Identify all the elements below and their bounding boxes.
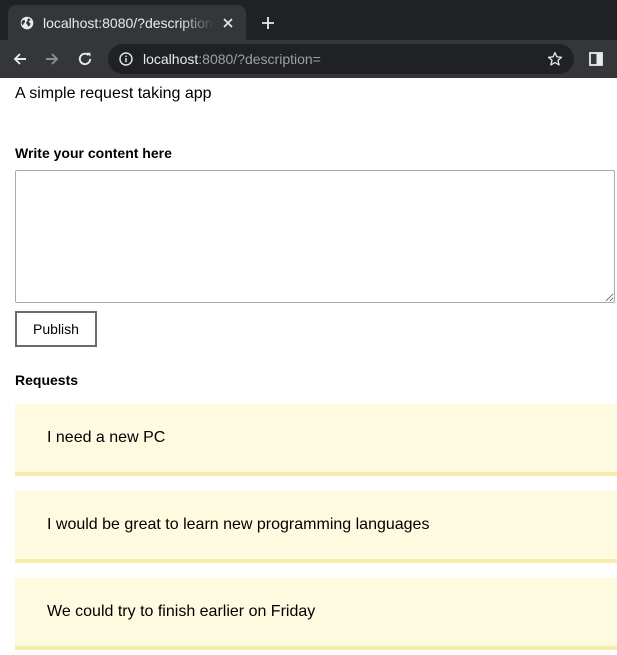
content-textarea[interactable]: [15, 170, 615, 303]
star-icon[interactable]: [546, 50, 564, 68]
tab-title: localhost:8080/?description=: [43, 14, 214, 31]
request-item: We could try to finish earlier on Friday: [15, 578, 617, 650]
browser-tab[interactable]: localhost:8080/?description=: [8, 5, 246, 40]
request-item: I would be great to learn new programmin…: [15, 491, 617, 563]
side-panel-icon[interactable]: [586, 49, 606, 69]
page-content: A simple request taking app Write your c…: [0, 78, 617, 650]
request-item: I need a new PC: [15, 404, 617, 476]
plus-icon[interactable]: [258, 13, 278, 33]
url-text: localhost:8080/?description=: [143, 51, 546, 67]
close-icon[interactable]: [220, 15, 236, 31]
arrow-left-icon[interactable]: [6, 45, 34, 73]
reload-icon[interactable]: [71, 45, 99, 73]
address-bar[interactable]: localhost:8080/?description=: [108, 44, 574, 74]
url-path: :8080/?description=: [198, 51, 321, 67]
browser-toolbar: localhost:8080/?description=: [0, 40, 617, 78]
content-label: Write your content here: [15, 145, 172, 161]
request-list: I need a new PC I would be great to lear…: [15, 404, 617, 650]
globe-icon: [20, 16, 34, 30]
requests-heading: Requests: [15, 372, 79, 388]
browser-tab-strip: localhost:8080/?description=: [0, 0, 617, 40]
app-title: A simple request taking app: [15, 85, 212, 102]
info-icon[interactable]: [118, 51, 134, 67]
arrow-right-icon[interactable]: [38, 45, 66, 73]
url-host: localhost: [143, 51, 199, 67]
publish-button[interactable]: Publish: [15, 311, 97, 347]
